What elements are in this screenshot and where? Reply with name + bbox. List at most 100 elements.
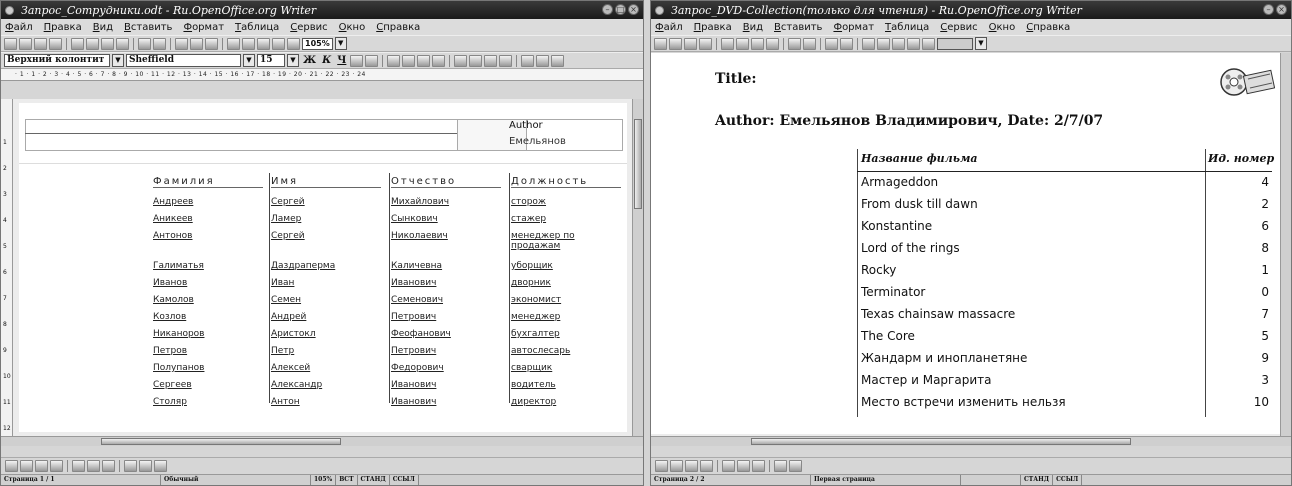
preview-icon[interactable] <box>116 37 129 50</box>
menu-file[interactable]: Файл <box>655 22 683 33</box>
gallery-icon[interactable] <box>257 37 270 50</box>
status-hyperlink-mode[interactable]: ССЫЛ <box>390 475 419 485</box>
document-page[interactable]: Author Емельянов Фамилия Имя Отчество До… <box>19 103 627 432</box>
text-icon[interactable] <box>72 460 85 472</box>
navigator-icon[interactable] <box>242 37 255 50</box>
menu-format[interactable]: Формат <box>833 22 874 33</box>
align-right-icon[interactable] <box>417 54 431 67</box>
title-bar[interactable]: Запрос_DVD-Collection(только для чтения)… <box>651 1 1291 19</box>
status-selection-mode[interactable]: СТАНД <box>358 475 390 485</box>
menu-help[interactable]: Справка <box>1026 22 1070 33</box>
new-document-icon[interactable] <box>4 37 17 50</box>
open-icon[interactable] <box>669 37 682 50</box>
decrease-indent-icon[interactable] <box>484 54 498 67</box>
status-hyperlink-mode[interactable]: ССЫЛ <box>1053 475 1083 485</box>
line-icon[interactable] <box>670 460 683 472</box>
font-size-select[interactable]: 15 <box>257 54 285 67</box>
email-icon[interactable] <box>699 37 712 50</box>
align-left-icon[interactable] <box>387 54 401 67</box>
status-zoom[interactable]: 105% <box>311 475 337 485</box>
align-center-icon[interactable] <box>402 54 416 67</box>
email-icon[interactable] <box>49 37 62 50</box>
dropdown-arrow-icon[interactable]: ▼ <box>287 54 299 67</box>
menu-view[interactable]: Вид <box>93 22 113 33</box>
datasource-icon[interactable] <box>272 37 285 50</box>
menu-tools[interactable]: Сервис <box>940 22 977 33</box>
pdf-icon[interactable] <box>86 37 99 50</box>
rectangle-icon[interactable] <box>35 460 48 472</box>
image-icon[interactable] <box>139 460 152 472</box>
navigator-icon[interactable] <box>877 37 890 50</box>
justify-icon[interactable] <box>432 54 446 67</box>
menu-file[interactable]: Файл <box>5 22 33 33</box>
horizontal-scrollbar[interactable] <box>1 436 643 446</box>
status-zoom[interactable] <box>961 475 1021 485</box>
cut-icon[interactable] <box>175 37 188 50</box>
status-page[interactable]: Страница 1 / 1 <box>1 475 161 485</box>
status-selection-mode[interactable]: СТАНД <box>1021 475 1054 485</box>
spellcheck-icon[interactable] <box>788 37 801 50</box>
preview-icon[interactable] <box>766 37 779 50</box>
print-icon[interactable] <box>751 37 764 50</box>
zoom-box[interactable]: 105% <box>302 37 333 50</box>
paragraph-style-select[interactable]: Верхний колонтит <box>4 54 110 67</box>
menu-table[interactable]: Таблица <box>885 22 929 33</box>
increase-indent-icon[interactable] <box>499 54 513 67</box>
menu-help[interactable]: Справка <box>376 22 420 33</box>
ellipse-icon[interactable] <box>700 460 713 472</box>
background-color-icon[interactable] <box>551 54 565 67</box>
horizontal-ruler[interactable]: · 1 · 1 · 2 · 3 · 4 · 5 · 6 · 7 · 8 · 9 … <box>1 69 643 81</box>
scroll-thumb[interactable] <box>634 119 642 209</box>
find-icon[interactable] <box>862 37 875 50</box>
menu-table[interactable]: Таблица <box>235 22 279 33</box>
status-style[interactable]: Обычный <box>161 475 311 485</box>
edit-mode-icon[interactable] <box>721 37 734 50</box>
fontwork-icon[interactable] <box>737 460 750 472</box>
nonprinting-chars-icon[interactable] <box>287 37 300 50</box>
window-menu-icon[interactable] <box>5 5 14 15</box>
spellcheck-icon[interactable] <box>138 37 151 50</box>
ellipse-icon[interactable] <box>50 460 63 472</box>
dropdown-arrow-icon[interactable]: ▼ <box>112 54 124 67</box>
menu-view[interactable]: Вид <box>743 22 763 33</box>
nonprinting-chars-icon[interactable] <box>922 37 935 50</box>
font-name-select[interactable]: Sheffield <box>126 54 241 67</box>
horizontal-scrollbar[interactable] <box>651 436 1291 446</box>
menu-insert[interactable]: Вставить <box>774 22 822 33</box>
save-icon[interactable] <box>34 37 47 50</box>
select-icon[interactable] <box>5 460 18 472</box>
underline-button[interactable]: Ч <box>335 55 348 66</box>
menu-format[interactable]: Формат <box>183 22 224 33</box>
image-icon[interactable] <box>789 460 802 472</box>
vertical-scrollbar[interactable] <box>632 99 643 446</box>
bold-button[interactable]: Ж <box>301 55 318 66</box>
draw-icon[interactable] <box>205 37 218 50</box>
superscript-icon[interactable] <box>350 54 364 67</box>
close-icon[interactable]: × <box>1276 4 1287 15</box>
gallery-icon[interactable] <box>892 37 905 50</box>
menu-insert[interactable]: Вставить <box>124 22 172 33</box>
table-icon[interactable] <box>190 37 203 50</box>
bullets-icon[interactable] <box>469 54 483 67</box>
shapes-icon[interactable] <box>102 460 115 472</box>
fontwork-icon[interactable] <box>87 460 100 472</box>
save-icon[interactable] <box>684 37 697 50</box>
new-document-icon[interactable] <box>654 37 667 50</box>
menu-window[interactable]: Окно <box>989 22 1016 33</box>
maximize-icon[interactable]: □ <box>615 4 626 15</box>
menu-edit[interactable]: Правка <box>44 22 82 33</box>
points-icon[interactable] <box>774 460 787 472</box>
highlight-icon[interactable] <box>536 54 550 67</box>
scroll-thumb[interactable] <box>101 438 341 445</box>
menu-tools[interactable]: Сервис <box>290 22 327 33</box>
dropdown-arrow-icon[interactable]: ▼ <box>243 54 255 67</box>
scroll-thumb[interactable] <box>751 438 1131 445</box>
extrusion-icon[interactable] <box>154 460 167 472</box>
italic-button[interactable]: К <box>320 55 333 66</box>
window-menu-icon[interactable] <box>655 5 664 15</box>
dropdown-arrow-icon[interactable]: ▼ <box>334 37 347 50</box>
table-icon[interactable] <box>825 37 838 50</box>
vertical-scrollbar[interactable] <box>1280 53 1291 446</box>
close-icon[interactable]: × <box>628 4 639 15</box>
autospell-icon[interactable] <box>803 37 816 50</box>
